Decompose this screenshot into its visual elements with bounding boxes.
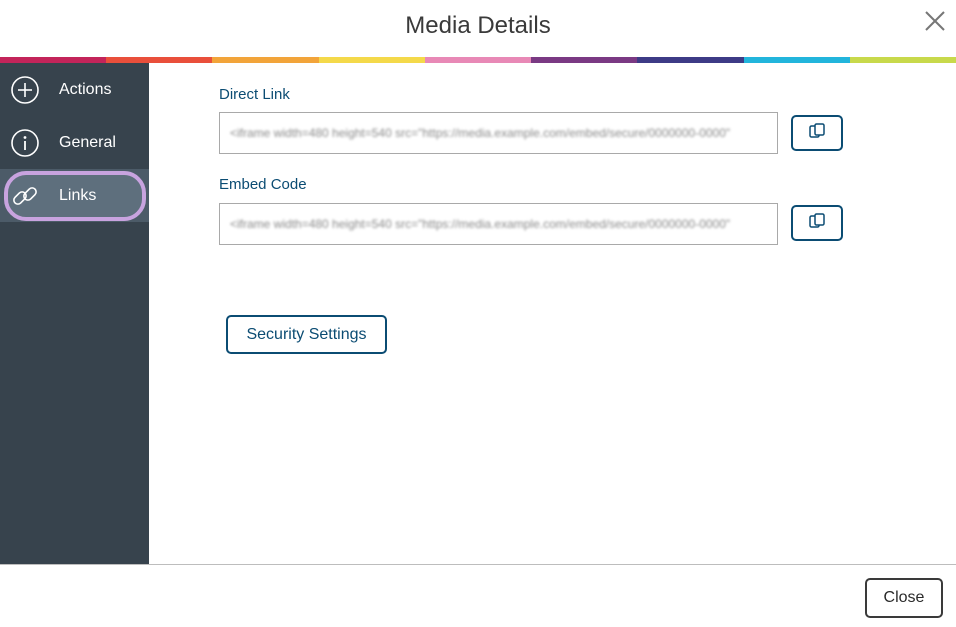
copy-embed-code-button[interactable] xyxy=(791,205,843,241)
embed-code-field-frame xyxy=(219,203,778,245)
dialog-header: Media Details xyxy=(0,0,956,57)
copy-icon xyxy=(807,121,827,146)
direct-link-field-frame xyxy=(219,112,778,154)
sidebar-item-actions[interactable]: Actions xyxy=(0,63,149,116)
embed-code-label: Embed Code xyxy=(219,176,307,193)
sidebar: Actions General Links xyxy=(0,63,149,564)
stripe-segment xyxy=(318,57,425,63)
sidebar-item-label: Links xyxy=(59,186,97,204)
sidebar-item-label: General xyxy=(59,133,116,151)
stripe-segment xyxy=(424,57,532,63)
copy-direct-link-button[interactable] xyxy=(791,115,843,151)
stripe-segment xyxy=(849,57,956,63)
close-button[interactable]: Close xyxy=(865,578,943,618)
link-icon xyxy=(10,181,40,211)
direct-link-field[interactable] xyxy=(220,113,777,153)
dialog-title: Media Details xyxy=(405,12,551,39)
info-circle-icon xyxy=(10,128,40,158)
footer-divider xyxy=(0,564,956,565)
copy-icon xyxy=(807,211,827,236)
sidebar-item-general[interactable]: General xyxy=(0,116,149,169)
stripe-segment xyxy=(743,57,850,63)
embed-code-field[interactable] xyxy=(220,204,777,244)
stripe-segment xyxy=(637,57,744,63)
security-settings-button[interactable]: Security Settings xyxy=(226,315,387,354)
sidebar-item-links[interactable]: Links xyxy=(0,169,149,222)
stripe-segment xyxy=(531,57,638,63)
direct-link-label: Direct Link xyxy=(219,86,290,103)
close-x-icon[interactable] xyxy=(924,10,946,32)
sidebar-item-label: Actions xyxy=(59,80,112,98)
stripe-segment xyxy=(212,57,319,63)
plus-circle-icon xyxy=(10,75,40,105)
